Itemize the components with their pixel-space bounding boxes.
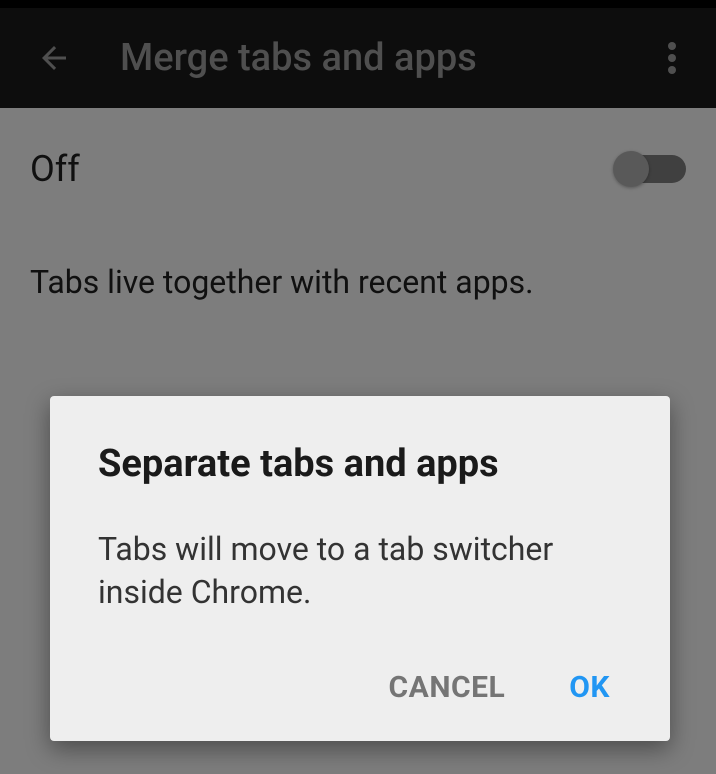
- ok-button[interactable]: OK: [565, 662, 614, 713]
- dialog-scrim[interactable]: Separate tabs and apps Tabs will move to…: [0, 0, 716, 774]
- dialog-title: Separate tabs and apps: [98, 442, 622, 486]
- dialog-message: Tabs will move to a tab switcher inside …: [98, 528, 622, 614]
- dialog-actions: CANCEL OK: [98, 662, 622, 713]
- cancel-button[interactable]: CANCEL: [385, 662, 510, 713]
- confirmation-dialog: Separate tabs and apps Tabs will move to…: [50, 396, 670, 741]
